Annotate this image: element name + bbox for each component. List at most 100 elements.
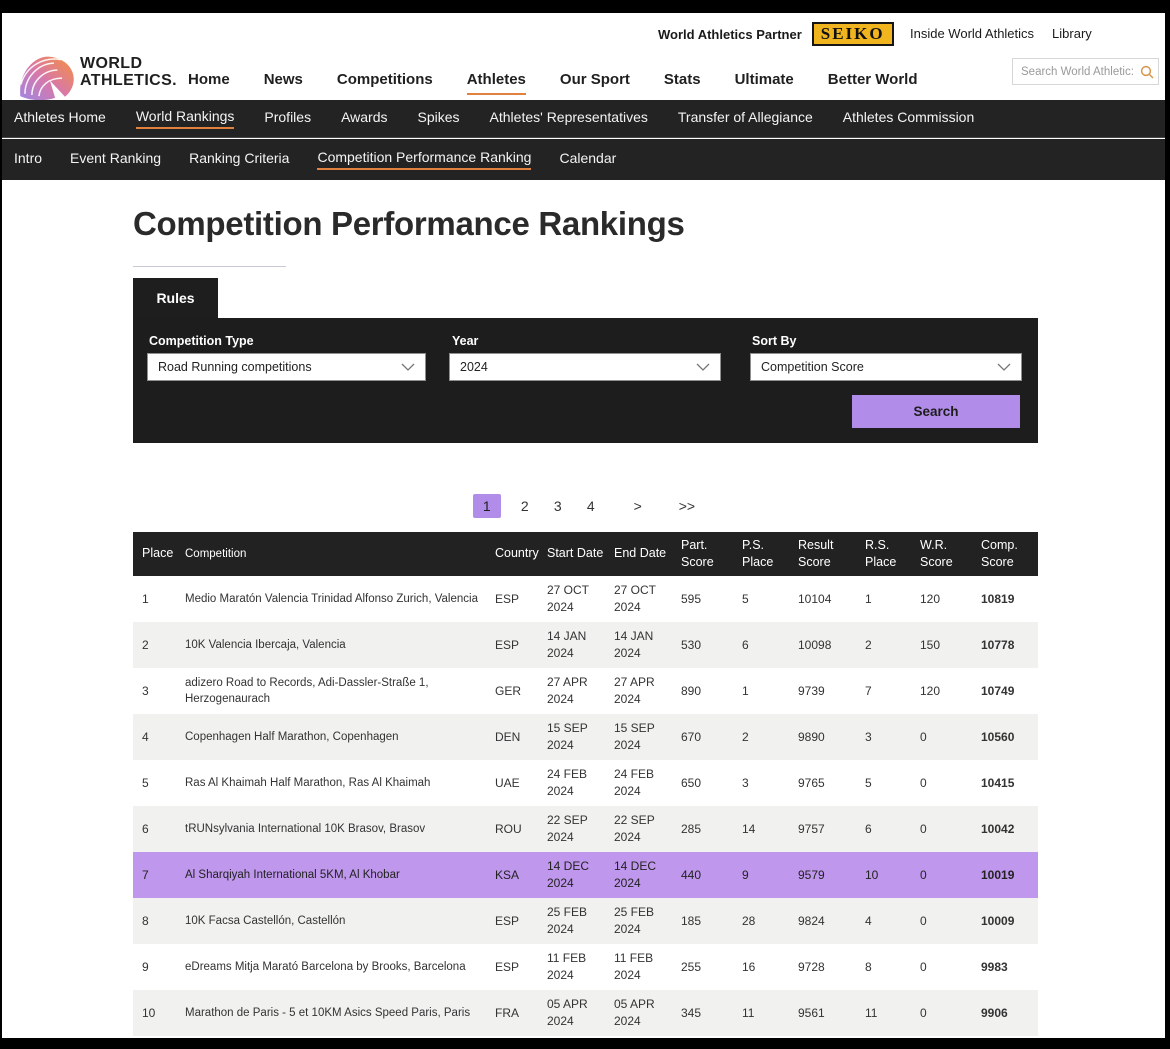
sectionnav-event-ranking[interactable]: Event Ranking <box>70 150 161 169</box>
table-row-6[interactable]: 6tRUNsylvania International 10K Brasov, … <box>133 806 1038 852</box>
pagination-page-3[interactable]: 3 <box>549 494 567 518</box>
sort-by-label: Sort By <box>752 334 796 348</box>
search-input[interactable] <box>1013 66 1136 78</box>
cell-start_date: 24 FEB 2024 <box>547 766 614 800</box>
cell-ps_place: 28 <box>742 913 798 930</box>
cell-rs_place: 5 <box>865 775 920 792</box>
library-link[interactable]: Library <box>1052 26 1092 41</box>
nav-athletes[interactable]: Athletes <box>467 71 526 95</box>
cell-part_score: 890 <box>681 683 742 700</box>
cell-comp_score: 10042 <box>981 821 1038 838</box>
filter-search-button[interactable]: Search <box>852 395 1020 428</box>
cell-end_date: 24 FEB 2024 <box>614 766 681 800</box>
cell-ps_place: 6 <box>742 637 798 654</box>
nav-better-world[interactable]: Better World <box>828 71 918 95</box>
cell-result_score: 9757 <box>798 821 865 838</box>
cell-ps_place: 2 <box>742 729 798 746</box>
pagination-page-1[interactable]: 1 <box>473 494 501 518</box>
cell-competition: 10K Facsa Castellón, Castellón <box>185 913 495 929</box>
competition-type-select[interactable]: Road Running competitions <box>147 353 426 381</box>
cell-start_date: 15 SEP 2024 <box>547 720 614 754</box>
cell-country: UAE <box>495 775 547 792</box>
cell-wr_score: 0 <box>920 821 981 838</box>
year-label: Year <box>452 334 478 348</box>
cell-end_date: 25 FEB 2024 <box>614 904 681 938</box>
pagination-next[interactable]: > <box>629 494 647 518</box>
subnav-world-rankings[interactable]: World Rankings <box>136 108 235 129</box>
cell-ps_place: 11 <box>742 1005 798 1022</box>
inside-world-athletics-link[interactable]: Inside World Athletics <box>910 26 1034 41</box>
pagination-page-2[interactable]: 2 <box>516 494 534 518</box>
cell-result_score: 10104 <box>798 591 865 608</box>
column-header-country: Country <box>495 545 547 563</box>
cell-wr_score: 0 <box>920 913 981 930</box>
cell-end_date: 14 DEC 2024 <box>614 858 681 892</box>
sectionnav-calendar[interactable]: Calendar <box>559 150 616 169</box>
cell-end_date: 27 APR 2024 <box>614 674 681 708</box>
subnav-athletes-home[interactable]: Athletes Home <box>14 109 106 128</box>
cell-result_score: 9890 <box>798 729 865 746</box>
subnav-spikes[interactable]: Spikes <box>418 109 460 128</box>
column-header-place: Place <box>142 545 185 563</box>
cell-competition: Ras Al Khaimah Half Marathon, Ras Al Kha… <box>185 775 495 791</box>
cell-competition: Marathon de Paris - 5 et 10KM Asics Spee… <box>185 1005 495 1021</box>
subnav-athletes-commission[interactable]: Athletes Commission <box>843 109 975 128</box>
cell-start_date: 11 FEB 2024 <box>547 950 614 984</box>
subnav-awards[interactable]: Awards <box>341 109 387 128</box>
table-row-9[interactable]: 9eDreams Mitja Marató Barcelona by Brook… <box>133 944 1038 990</box>
subnav-profiles[interactable]: Profiles <box>264 109 311 128</box>
brand-wordmark[interactable]: WORLD ATHLETICS. <box>80 55 177 90</box>
pagination-last[interactable]: >> <box>676 494 698 518</box>
cell-start_date: 27 APR 2024 <box>547 674 614 708</box>
cell-country: ROU <box>495 821 547 838</box>
cell-wr_score: 120 <box>920 591 981 608</box>
cell-end_date: 15 SEP 2024 <box>614 720 681 754</box>
pagination-page-4[interactable]: 4 <box>582 494 600 518</box>
nav-news[interactable]: News <box>264 71 303 95</box>
table-row-3[interactable]: 3adizero Road to Records, Adi-Dassler-St… <box>133 668 1038 714</box>
cell-start_date: 14 JAN 2024 <box>547 628 614 662</box>
cell-result_score: 9579 <box>798 867 865 884</box>
subnav-transfer-of-allegiance[interactable]: Transfer of Allegiance <box>678 109 813 128</box>
search-icon[interactable] <box>1136 65 1158 79</box>
table-row-1[interactable]: 1Medio Maratón Valencia Trinidad Alfonso… <box>133 576 1038 622</box>
table-header-row: PlaceCompetitionCountryStart DateEnd Dat… <box>133 532 1038 576</box>
column-header-rs_place: R.S. Place <box>865 537 920 572</box>
sectionnav-competition-performance-ranking[interactable]: Competition Performance Ranking <box>317 149 531 170</box>
cell-rs_place: 10 <box>865 867 920 884</box>
sectionnav-ranking-criteria[interactable]: Ranking Criteria <box>189 150 289 169</box>
nav-competitions[interactable]: Competitions <box>337 71 433 95</box>
tab-rules[interactable]: Rules <box>133 278 218 318</box>
subnav-athletes-representatives[interactable]: Athletes' Representatives <box>490 109 648 128</box>
cell-end_date: 27 OCT 2024 <box>614 582 681 616</box>
world-athletics-logo-icon[interactable] <box>18 53 76 106</box>
seiko-logo[interactable]: SEIKO <box>812 22 894 46</box>
cell-ps_place: 9 <box>742 867 798 884</box>
brand-line1: WORLD <box>80 55 177 72</box>
cell-end_date: 11 FEB 2024 <box>614 950 681 984</box>
cell-rs_place: 2 <box>865 637 920 654</box>
column-header-comp_score: Comp. Score <box>981 537 1038 572</box>
cell-country: ESP <box>495 959 547 976</box>
table-row-7[interactable]: 7Al Sharqiyah International 5KM, Al Khob… <box>133 852 1038 898</box>
cell-rs_place: 6 <box>865 821 920 838</box>
cell-part_score: 285 <box>681 821 742 838</box>
nav-stats[interactable]: Stats <box>664 71 701 95</box>
cell-result_score: 10098 <box>798 637 865 654</box>
cell-wr_score: 0 <box>920 729 981 746</box>
nav-home[interactable]: Home <box>188 71 230 95</box>
year-select[interactable]: 2024 <box>449 353 721 381</box>
nav-ultimate[interactable]: Ultimate <box>735 71 794 95</box>
nav-our-sport[interactable]: Our Sport <box>560 71 630 95</box>
table-row-2[interactable]: 210K Valencia Ibercaja, ValenciaESP14 JA… <box>133 622 1038 668</box>
table-row-10[interactable]: 10Marathon de Paris - 5 et 10KM Asics Sp… <box>133 990 1038 1036</box>
year-value: 2024 <box>460 360 488 374</box>
table-row-4[interactable]: 4Copenhagen Half Marathon, CopenhagenDEN… <box>133 714 1038 760</box>
sectionnav-intro[interactable]: Intro <box>14 150 42 169</box>
cell-comp_score: 10749 <box>981 683 1038 700</box>
sort-by-select[interactable]: Competition Score <box>750 353 1022 381</box>
cell-place: 6 <box>142 821 185 838</box>
cell-rs_place: 1 <box>865 591 920 608</box>
table-row-8[interactable]: 810K Facsa Castellón, CastellónESP25 FEB… <box>133 898 1038 944</box>
table-row-5[interactable]: 5 Ras Al Khaimah Half Marathon, Ras Al Kh… <box>133 760 1038 806</box>
